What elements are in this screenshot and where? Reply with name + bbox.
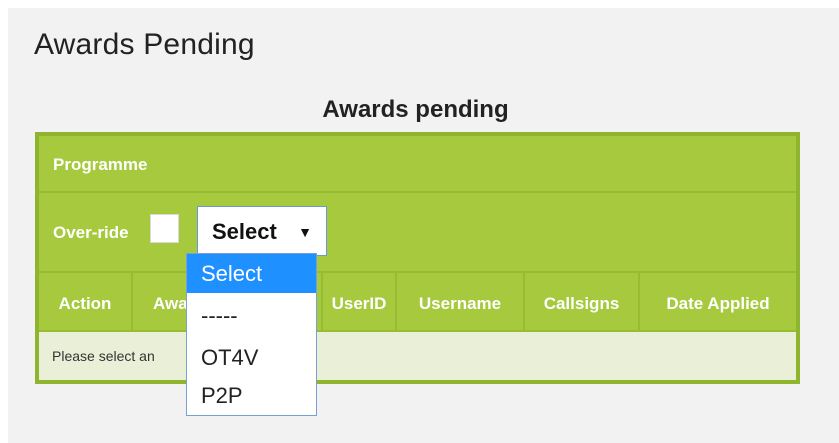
column-header-date-applied[interactable]: Date Applied [640,273,796,332]
dropdown-option-ot4v[interactable]: OT4V [187,338,316,377]
table-caption: Awards pending [322,96,509,123]
column-header-label: Callsigns [543,294,620,313]
override-row: Over-ride Select ▼ [39,193,796,273]
column-header-label: Action [58,294,112,313]
column-header-username[interactable]: Username [397,273,525,332]
column-header-label: Username [418,294,502,313]
page-title: Awards Pending [34,28,255,61]
column-header-userid[interactable]: UserID [323,273,397,332]
column-header-label: Date Applied [666,294,770,313]
programme-select-value: Select [212,219,277,244]
dropdown-option-select[interactable]: Select [187,254,316,293]
empty-message: Please select an [52,348,155,364]
column-header-action[interactable]: Action [39,273,133,332]
dropdown-option-separator[interactable]: ----- [187,296,316,335]
programme-label: Programme [53,155,148,174]
table-row: Please select an [39,332,796,380]
awards-panel: Awards Pending Awards pending Programme … [8,8,839,443]
column-header-row: Action Award UserID Username Callsigns D… [39,273,796,332]
column-header-label: UserID [331,294,387,313]
awards-table: Programme Over-ride Select ▼ Action Awar… [35,132,800,384]
override-checkbox[interactable] [150,214,179,243]
programme-row: Programme [39,136,796,193]
caret-down-icon: ▼ [298,224,312,240]
programme-dropdown-list[interactable]: Select ----- OT4V P2P [186,253,317,416]
programme-select[interactable]: Select ▼ [197,206,327,256]
column-header-callsigns[interactable]: Callsigns [525,273,640,332]
dropdown-option-p2p[interactable]: P2P [187,376,316,415]
override-label: Over-ride [53,223,129,242]
